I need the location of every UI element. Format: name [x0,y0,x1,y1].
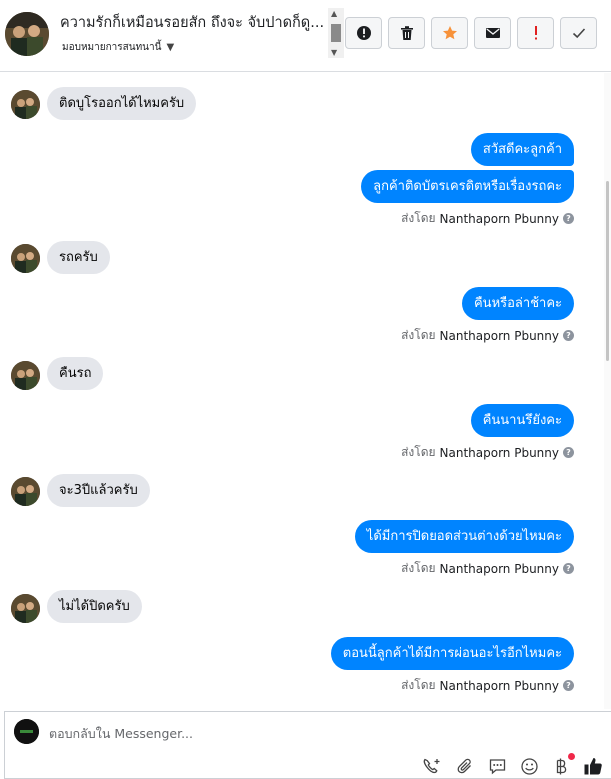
scroll-down-icon[interactable]: ▼ [331,48,337,57]
incoming-message: ไม่ได้ปิดครับ [47,590,142,623]
outgoing-message: ลูกค้าติดบัตรเครดิตหรือเรื่องรถคะ [361,170,574,203]
sent-by-label: ส่งโดย Nanthaporn Pbunny ? [401,326,574,345]
contact-avatar-small [11,477,40,506]
contact-avatar-small [11,244,40,273]
question-icon[interactable]: ? [563,213,574,224]
thumbs-up-icon[interactable] [583,756,603,776]
contact-avatar-small [11,90,40,119]
outgoing-message: สวัสดีคะลูกค้า [470,133,574,166]
message-thread: ติดบูโรออกได้ไหมครับ สวัสดีคะลูกค้า ลูกค… [0,73,604,709]
page-avatar [14,719,39,744]
sent-by-prefix: ส่งโดย [401,561,436,575]
outgoing-message: ได้มีการปิดยอดส่วนต่างด้วยไหมคะ [354,520,574,553]
follow-up-button[interactable] [517,17,554,49]
star-button[interactable] [431,17,468,49]
question-icon[interactable]: ? [563,680,574,691]
trash-icon [400,26,413,40]
emoji-icon[interactable] [519,756,539,776]
sent-by-prefix: ส่งโดย [401,211,436,225]
scroll-thumb[interactable] [331,24,341,42]
envelope-icon [485,28,500,38]
sent-by-label: ส่งโดย Nanthaporn Pbunny ? [401,443,574,462]
sent-by-prefix: ส่งโดย [401,678,436,692]
assign-conversation-dropdown[interactable]: มอบหมายการสนทนานี้ ▼ [62,40,174,55]
outgoing-message: คืนนานรึยังคะ [470,404,574,437]
question-icon[interactable]: ? [563,447,574,458]
incoming-message: ติดบูโรออกได้ไหมครับ [47,87,197,120]
contact-avatar[interactable] [5,12,49,56]
incoming-message: คืนรถ [47,357,104,390]
sender-name: Nanthaporn Pbunny [439,211,559,226]
saved-reply-icon[interactable] [487,756,507,776]
mark-done-button[interactable] [560,17,597,49]
exclamation-circle-icon [356,26,371,40]
sender-name: Nanthaporn Pbunny [439,561,559,576]
conversation-header: ความรักก็เหมือนรอยสัก ถึงจะ จับปาดก็ดู..… [0,0,611,72]
question-icon[interactable]: ? [563,563,574,574]
notification-dot [568,753,575,760]
caret-down-icon: ▼ [166,42,175,53]
outgoing-message: ตอนนี้ลูกค้าได้มีการผ่อนอะไรอีกไหมคะ [330,637,574,670]
reply-composer: ตอบกลับใน Messenger... [4,711,611,779]
check-icon [572,28,585,39]
reply-input[interactable]: ตอบกลับใน Messenger... [49,724,193,744]
incoming-message: รถครับ [47,241,110,274]
sent-by-prefix: ส่งโดย [401,445,436,459]
outgoing-message: คืนหรือล่าช้าคะ [461,287,574,320]
sent-by-prefix: ส่งโดย [401,328,436,342]
assign-label: มอบหมายการสนทนานี้ [62,42,162,53]
exclamation-icon [534,26,537,40]
sender-name: Nanthaporn Pbunny [439,445,559,460]
delete-button[interactable] [388,17,425,49]
scroll-thumb[interactable] [606,181,609,361]
sent-by-label: ส่งโดย Nanthaporn Pbunny ? [401,209,574,228]
star-icon [442,26,457,40]
mark-unread-button[interactable] [474,17,511,49]
question-icon[interactable]: ? [563,330,574,341]
paperclip-icon[interactable] [455,756,475,776]
incoming-message: จะ3ปีแล้วครับ [47,474,150,507]
baht-icon[interactable] [551,756,571,776]
contact-avatar-small [11,361,40,390]
contact-avatar-small [11,594,40,623]
thread-scrollbar[interactable] [604,73,611,709]
conversation-title: ความรักก็เหมือนรอยสัก ถึงจะ จับปาดก็ดู..… [60,15,325,31]
scroll-up-icon[interactable]: ▲ [331,9,337,18]
title-scrollbar[interactable]: ▲ ▼ [328,8,344,58]
sent-by-label: ส่งโดย Nanthaporn Pbunny ? [401,559,574,578]
spam-button[interactable] [345,17,382,49]
phone-plus-icon[interactable] [421,756,441,776]
sent-by-label: ส่งโดย Nanthaporn Pbunny ? [401,676,574,695]
sender-name: Nanthaporn Pbunny [439,328,559,343]
sender-name: Nanthaporn Pbunny [439,678,559,693]
